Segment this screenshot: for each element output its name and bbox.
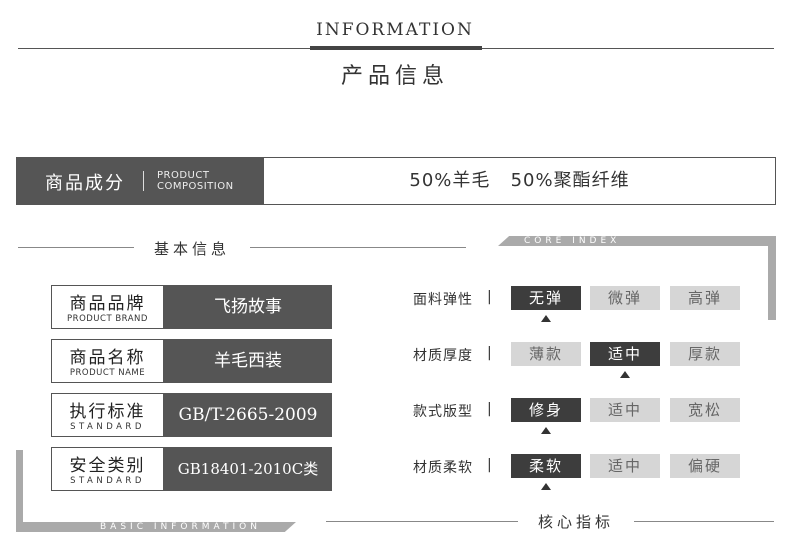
composition-value: 50%羊毛 50%聚酯纤维 — [409, 170, 630, 191]
product-row-label-en: PRODUCT BRAND — [67, 314, 148, 324]
core-option: 高弹 — [670, 286, 740, 310]
header-title-en: INFORMATION — [316, 20, 474, 40]
core-row-separator: | — [487, 289, 492, 305]
core-option: 厚款 — [670, 342, 740, 366]
core-option: 适中 — [590, 398, 660, 422]
basic-info-rule-right — [250, 247, 466, 248]
core-option: 微弹 — [590, 286, 660, 310]
composition-label-block: 商品成分 PRODUCT COMPOSITION — [17, 158, 264, 204]
product-row-value: 羊毛西装 — [164, 339, 332, 383]
core-option: 柔软 — [511, 454, 581, 478]
core-row-label: 款式版型 — [413, 404, 473, 420]
core-row-separator: | — [487, 401, 492, 417]
composition-banner: 商品成分 PRODUCT COMPOSITION 50%羊毛 50%聚酯纤维 — [16, 157, 776, 205]
header-accent-bar — [310, 46, 482, 50]
triangle-up-icon — [620, 371, 630, 378]
product-row-label-cn: 安全类别 — [69, 456, 146, 476]
product-row-value: GB/T-2665-2009 — [164, 393, 332, 437]
product-row-label: 商品品牌 PRODUCT BRAND — [51, 285, 164, 329]
product-row-value: GB18401-2010C类 — [164, 447, 332, 491]
basic-info-frame-label: BASIC INFORMATION — [100, 522, 261, 532]
basic-info-rule-left — [18, 247, 134, 248]
product-row-label-cn: 商品品牌 — [69, 294, 146, 314]
product-row-label-en: STANDARD — [70, 476, 145, 486]
core-index-rule-right — [634, 521, 774, 522]
product-row-safety: 安全类别 STANDARD GB18401-2010C类 — [51, 447, 332, 491]
product-row-value: 飞扬故事 — [164, 285, 332, 329]
header-title-cn: 产品信息 — [340, 64, 449, 89]
core-row-separator: | — [487, 457, 492, 473]
product-row-label: 执行标准 STANDARD — [51, 393, 164, 437]
product-row-label-en: STANDARD — [70, 422, 145, 432]
core-option: 宽松 — [670, 398, 740, 422]
product-row-label: 商品名称 PRODUCT NAME — [51, 339, 164, 383]
core-index-frame-label: CORE INDEX — [524, 236, 621, 246]
core-option: 偏硬 — [670, 454, 740, 478]
composition-label-en-line2: COMPOSITION — [157, 181, 234, 192]
product-row-label: 安全类别 STANDARD — [51, 447, 164, 491]
product-row-brand: 商品品牌 PRODUCT BRAND 飞扬故事 — [51, 285, 332, 329]
core-option: 适中 — [590, 342, 660, 366]
core-index-rule-left — [326, 521, 518, 522]
core-row-label: 材质柔软 — [413, 460, 473, 476]
core-index-title: 核心指标 — [537, 513, 614, 531]
triangle-up-icon — [541, 483, 551, 490]
core-index-frame-right — [768, 236, 776, 320]
triangle-up-icon — [541, 427, 551, 434]
basic-info-title: 基本信息 — [153, 240, 230, 258]
core-option: 适中 — [590, 454, 660, 478]
core-option: 无弹 — [511, 286, 581, 310]
core-row-label: 材质厚度 — [413, 348, 473, 364]
triangle-up-icon — [541, 315, 551, 322]
composition-label-en-line1: PRODUCT — [157, 170, 210, 181]
product-row-standard: 执行标准 STANDARD GB/T-2665-2009 — [51, 393, 332, 437]
product-row-label-en: PRODUCT NAME — [69, 368, 146, 378]
product-row-label-cn: 商品名称 — [69, 348, 146, 368]
product-row-name: 商品名称 PRODUCT NAME 羊毛西装 — [51, 339, 332, 383]
composition-label-en: PRODUCT COMPOSITION — [157, 170, 234, 192]
composition-separator — [143, 171, 144, 191]
core-option: 修身 — [511, 398, 581, 422]
core-row-label: 面料弹性 — [413, 292, 473, 308]
core-row-separator: | — [487, 345, 492, 361]
core-option: 薄款 — [511, 342, 581, 366]
basic-info-frame-left — [16, 450, 23, 532]
composition-label-cn: 商品成分 — [45, 173, 125, 194]
product-row-label-cn: 执行标准 — [69, 402, 146, 422]
